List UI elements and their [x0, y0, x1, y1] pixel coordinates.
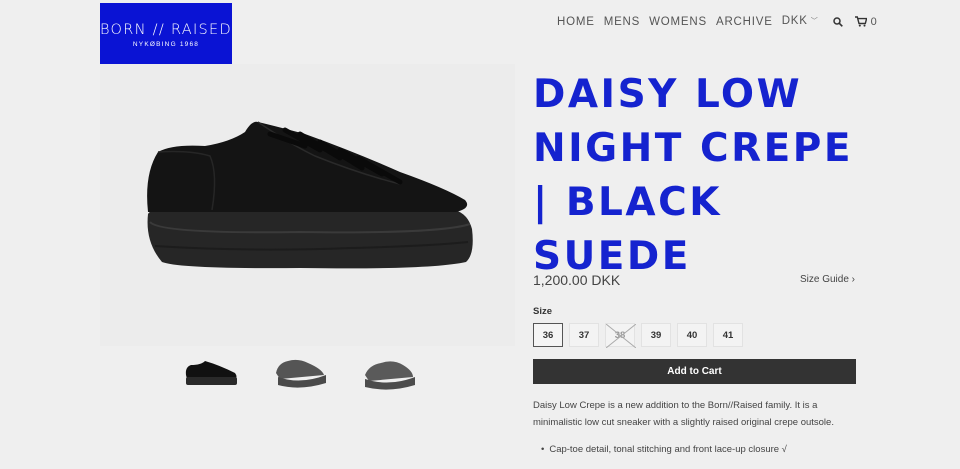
product-main-image[interactable]	[100, 64, 515, 346]
thumbnail-strip	[176, 352, 443, 394]
size-option-37[interactable]: 37	[569, 323, 599, 347]
search-icon[interactable]	[832, 16, 843, 27]
cart-count: 0	[870, 15, 878, 28]
nav-womens[interactable]: WOMENS	[649, 15, 707, 29]
sneaker-image	[147, 121, 473, 269]
product-description: Daisy Low Crepe is a new addition to the…	[533, 400, 834, 428]
thumbnail-1[interactable]	[176, 352, 246, 394]
size-option-label: 36	[542, 329, 554, 341]
size-option-38[interactable]: 38	[605, 323, 636, 348]
nav-home[interactable]: HOME	[557, 15, 595, 29]
size-label: Size	[533, 306, 553, 317]
size-option-label: 39	[650, 329, 662, 341]
brand-logo[interactable]: BORN // RAISED NYKØBING 1968	[100, 3, 232, 69]
currency-selector[interactable]: DKK ﹀	[782, 14, 819, 29]
product-price: 1,200.00 DKK	[533, 272, 621, 288]
brand-name: BORN // RAISED	[100, 22, 232, 38]
sold-out-cross-icon	[606, 324, 636, 348]
nav-archive[interactable]: ARCHIVE	[716, 15, 773, 29]
product-features: Cap-toe detail, tonal stitching and fron…	[541, 438, 787, 462]
add-to-cart-button[interactable]: Add to Cart	[533, 359, 856, 384]
size-selector: 36 37 38 39 40 41	[533, 323, 749, 348]
product-title: DAISY LOW NIGHT CREPE | BLACK SUEDE	[533, 72, 853, 279]
thumbnail-2[interactable]	[265, 352, 335, 394]
main-nav: HOME MENS WOMENS ARCHIVE DKK ﹀ 0	[557, 14, 877, 29]
size-option-label: 37	[578, 329, 590, 341]
size-option-label: 40	[686, 329, 698, 341]
nav-mens[interactable]: MENS	[604, 15, 640, 29]
size-option-label: 41	[722, 329, 734, 341]
size-guide-link[interactable]: Size Guide ›	[800, 274, 855, 285]
feature-item: Cap-toe detail, tonal stitching and fron…	[541, 438, 787, 462]
cart-icon	[854, 16, 867, 27]
size-option-39[interactable]: 39	[641, 323, 671, 347]
size-option-41[interactable]: 41	[713, 323, 743, 347]
thumbnail-3[interactable]	[354, 352, 424, 394]
size-option-40[interactable]: 40	[677, 323, 707, 347]
currency-label: DKK	[781, 15, 808, 27]
brand-subtitle: NYKØBING 1968	[132, 41, 200, 48]
chevron-down-icon: ﹀	[810, 18, 819, 25]
cart-button[interactable]: 0	[854, 15, 878, 28]
size-option-36[interactable]: 36	[533, 323, 563, 347]
